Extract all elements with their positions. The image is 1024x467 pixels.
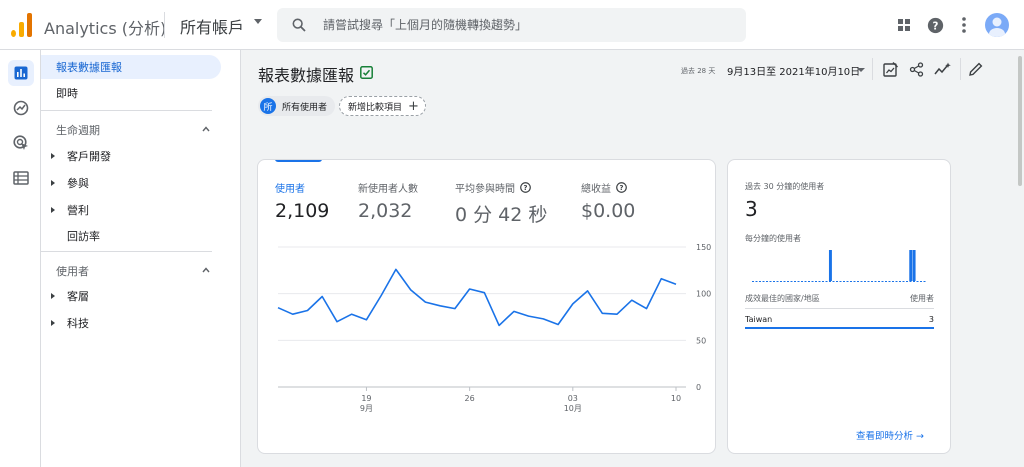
column-header-country: 成效最佳的國家/地區 (745, 294, 820, 303)
insights-icon[interactable] (933, 60, 951, 78)
expand-arrow-icon[interactable] (51, 293, 55, 299)
nav-section-user[interactable]: 使用者 (56, 263, 89, 279)
per-minute-bar (912, 250, 916, 281)
nav-reports-snapshot-label: 報表數據匯報 (56, 61, 122, 74)
left-rail (0, 50, 41, 467)
nav-item-acquisition[interactable]: 客戶開發 (67, 148, 111, 164)
metrics-card: 使用者 2,109 新使用者人數 2,032 平均參與時間 ? 0 分 42 秒… (257, 159, 716, 454)
x-tick-month-label: 10月 (564, 404, 582, 413)
help-icon[interactable]: ? (924, 14, 946, 36)
plus-icon: + (408, 98, 419, 114)
nav-item-engagement[interactable]: 參與 (67, 175, 89, 191)
nav-realtime-label: 即時 (56, 87, 78, 100)
divider (164, 12, 165, 38)
date-range-prefix[interactable]: 過去 28 天 (681, 66, 715, 76)
apps-grid-icon[interactable] (893, 14, 915, 36)
search-input[interactable] (323, 15, 723, 35)
verified-check-icon (360, 66, 373, 79)
y-tick-label: 0 (696, 383, 701, 392)
reports-icon[interactable] (8, 60, 34, 86)
row-proportion-bar (745, 327, 934, 329)
x-tick-label: 19 (361, 394, 371, 403)
nav-divider (41, 251, 212, 252)
nav-item-tech[interactable]: 科技 (67, 315, 89, 331)
table-row: Taiwan 3 (745, 315, 934, 324)
expand-arrow-icon[interactable] (51, 153, 55, 159)
search-icon (292, 18, 306, 32)
share-icon[interactable] (907, 60, 925, 78)
scrollbar-thumb[interactable] (1018, 56, 1022, 186)
expand-arrow-icon[interactable] (51, 320, 55, 326)
per-minute-bar (828, 250, 832, 281)
x-tick-label: 26 (465, 394, 475, 403)
chevron-down-icon[interactable] (254, 19, 262, 24)
page-title: 報表數據匯報 (258, 66, 355, 85)
nav-divider (41, 110, 212, 111)
x-tick-month-label: 9月 (360, 404, 373, 413)
chevron-up-icon[interactable] (202, 266, 210, 274)
divider (960, 58, 961, 80)
table-divider (745, 308, 934, 309)
analytics-logo[interactable] (11, 13, 33, 37)
add-comparison-label: 新增比較項目 (348, 102, 403, 113)
date-range-picker[interactable]: 9月13日至 2021年10月10日 (727, 63, 860, 78)
nav-realtime[interactable]: 即時 (41, 81, 78, 105)
expand-arrow-icon[interactable] (51, 180, 55, 186)
view-realtime-link[interactable]: 查看即時分析 → (856, 428, 924, 442)
top-bar: Analytics (分析) 所有帳戶 ? (0, 0, 1024, 50)
segment-badge: 所 (260, 98, 276, 114)
svg-text:?: ? (932, 21, 938, 32)
nav-item-demographics[interactable]: 客層 (67, 288, 89, 304)
chevron-down-icon[interactable] (857, 68, 865, 72)
advertising-icon[interactable] (8, 130, 34, 156)
y-tick-label: 150 (696, 243, 711, 252)
x-tick-label: 10 (671, 394, 681, 403)
column-header-users: 使用者 (910, 294, 934, 303)
nav-section-lifecycle[interactable]: 生命週期 (56, 122, 100, 138)
segment-chip-label: 所有使用者 (282, 102, 328, 113)
explore-icon[interactable] (8, 95, 34, 121)
customize-report-icon[interactable] (881, 60, 899, 78)
expand-arrow-icon[interactable] (51, 207, 55, 213)
users-series-line (277, 268, 677, 327)
y-tick-label: 50 (696, 336, 706, 345)
segment-chip-all-users[interactable]: 所 所有使用者 (258, 96, 336, 116)
add-comparison-button[interactable]: 新增比較項目 + (339, 96, 426, 116)
nav-reports-snapshot[interactable]: 報表數據匯報 (41, 55, 221, 79)
x-tick-label: 03 (568, 394, 578, 403)
realtime-table-header: 成效最佳的國家/地區 使用者 (745, 293, 934, 304)
realtime-card: 過去 30 分鐘的使用者 3 每分鐘的使用者 成效最佳的國家/地區 使用者 Ta… (727, 159, 951, 454)
report-nav: 報表數據匯報 即時 生命週期 客戶開發 參與 營利 回訪率 使用者 客層 科技 (41, 50, 241, 467)
country-cell: Taiwan (745, 315, 773, 324)
account-avatar[interactable] (985, 13, 1009, 37)
app-title: Analytics (分析) (44, 19, 167, 38)
account-selector[interactable]: 所有帳戶 (180, 14, 244, 38)
nav-item-retention[interactable]: 回訪率 (67, 228, 100, 244)
y-tick-label: 100 (696, 290, 711, 299)
divider (872, 58, 873, 80)
chevron-up-icon[interactable] (202, 125, 210, 133)
search-box[interactable] (277, 8, 746, 42)
more-vert-icon[interactable] (953, 14, 975, 36)
nav-item-monetization[interactable]: 營利 (67, 202, 89, 218)
users-cell: 3 (928, 315, 934, 324)
configure-icon[interactable] (8, 165, 34, 191)
edit-icon[interactable] (967, 60, 985, 78)
per-minute-bar (909, 250, 913, 281)
users-line-chart: 0 50 100 150 199月 26 0310月 10 (277, 243, 711, 413)
